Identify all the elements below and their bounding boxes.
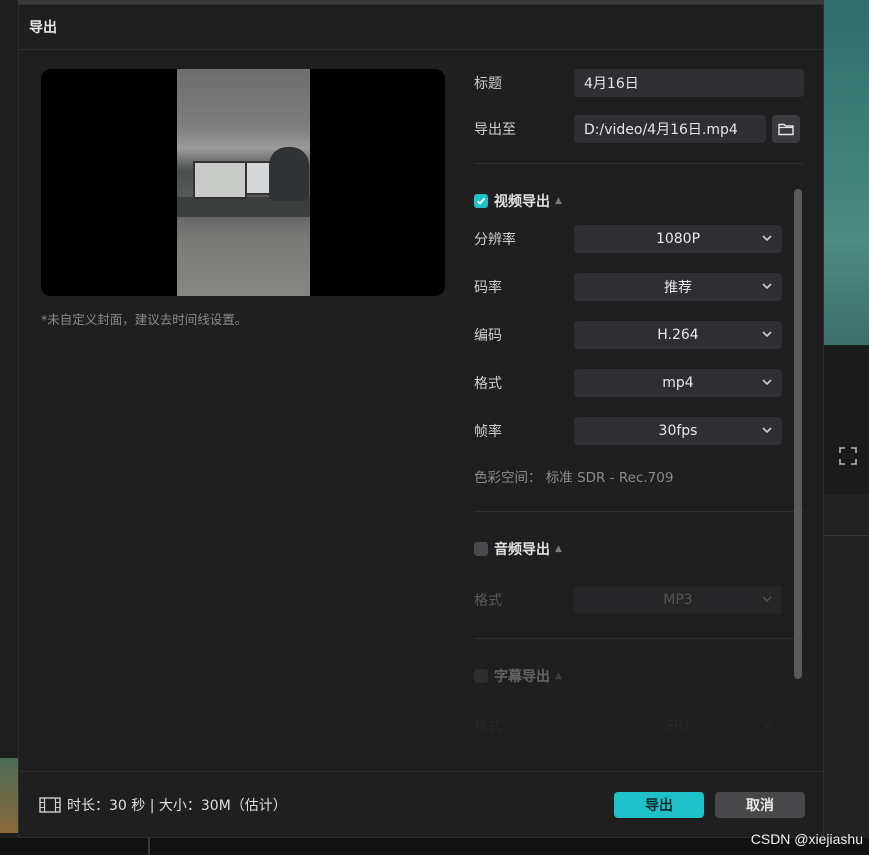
- divider: [474, 511, 804, 512]
- check-icon: [476, 197, 486, 205]
- title-row: 标题 4月16日: [474, 69, 804, 97]
- video-export-checkbox[interactable]: [474, 194, 488, 208]
- background-divider: [824, 535, 869, 536]
- dialog-title: 导出: [19, 5, 823, 50]
- export-dialog: 导出 *未自定义封面，建议去时间线设置。 标题 4月16日 导出至 D:/vid…: [18, 4, 824, 838]
- format-label: 格式: [474, 376, 502, 392]
- audio-export-label: 音频导出: [494, 542, 550, 558]
- export-summary: 时长：30 秒 | 大小：30M（估计）: [39, 795, 287, 815]
- chevron-down-icon: [762, 596, 772, 603]
- fullscreen-icon[interactable]: [838, 446, 858, 466]
- film-icon: [39, 797, 61, 813]
- divider: [474, 638, 804, 639]
- export-path-input[interactable]: D:/video/4月16日.mp4: [574, 115, 766, 143]
- resolution-value: 1080P: [655, 231, 701, 247]
- audio-format-row: 格式 MP3: [474, 586, 782, 614]
- format-row: 格式 mp4: [474, 369, 782, 397]
- codec-row: 编码 H.264: [474, 321, 782, 349]
- framerate-row: 帧率 30fps: [474, 417, 782, 445]
- chevron-down-icon: [762, 427, 772, 434]
- settings-scrollbar[interactable]: [794, 189, 802, 679]
- audio-export-header[interactable]: 音频导出 ▲: [474, 539, 562, 559]
- background-divider: [148, 838, 150, 855]
- subtitle-format-label: 格式: [474, 719, 502, 735]
- monitor: [193, 161, 247, 199]
- export-to-label: 导出至: [474, 122, 516, 138]
- footer-divider: [19, 771, 823, 772]
- resolution-row: 分辨率 1080P: [474, 225, 782, 253]
- audio-format-label: 格式: [474, 593, 502, 609]
- chevron-down-icon: [762, 331, 772, 338]
- subtitle-export-header[interactable]: 字幕导出 ▲: [474, 666, 562, 686]
- cover-note: *未自定义封面，建议去时间线设置。: [41, 312, 248, 327]
- framerate-value: 30fps: [658, 423, 698, 439]
- subtitle-export-label: 字幕导出: [494, 669, 550, 685]
- duration-size-text: 时长：30 秒 | 大小：30M（估计）: [67, 798, 287, 814]
- background-app-left-panel: [0, 0, 18, 855]
- background-bottom-bar: [0, 838, 869, 855]
- video-preview: [41, 69, 445, 296]
- watermark: CSDN @xiejiashu: [750, 831, 863, 847]
- resolution-label: 分辨率: [474, 232, 516, 248]
- audio-export-checkbox[interactable]: [474, 542, 488, 556]
- chevron-down-icon: [762, 722, 772, 729]
- resolution-select[interactable]: 1080P: [574, 225, 782, 253]
- video-export-header[interactable]: 视频导出 ▲: [474, 191, 562, 211]
- bitrate-value: 推荐: [664, 280, 692, 296]
- bitrate-select[interactable]: 推荐: [574, 273, 782, 301]
- chevron-down-icon: [762, 379, 772, 386]
- person: [269, 147, 309, 201]
- codec-label: 编码: [474, 328, 502, 344]
- subtitle-format-value: SRT: [664, 718, 692, 734]
- framerate-select[interactable]: 30fps: [574, 417, 782, 445]
- color-space-text: 色彩空间： 标准 SDR - Rec.709: [474, 470, 674, 486]
- collapse-caret-icon[interactable]: ▲: [555, 196, 562, 206]
- format-value: mp4: [662, 375, 694, 391]
- background-player-preview: [824, 0, 869, 345]
- folder-icon: [778, 123, 794, 136]
- bitrate-row: 码率 推荐: [474, 273, 782, 301]
- background-timeline: [824, 495, 869, 855]
- framerate-label: 帧率: [474, 424, 502, 440]
- audio-format-value: MP3: [663, 592, 693, 608]
- browse-folder-button[interactable]: [772, 115, 800, 143]
- format-select[interactable]: mp4: [574, 369, 782, 397]
- codec-select[interactable]: H.264: [574, 321, 782, 349]
- background-thumbnail: [0, 758, 18, 833]
- subtitle-export-checkbox[interactable]: [474, 669, 488, 683]
- background-player-controls: [824, 345, 869, 495]
- title-input[interactable]: 4月16日: [574, 69, 804, 97]
- video-frame: [177, 69, 310, 296]
- audio-format-select[interactable]: MP3: [574, 586, 782, 614]
- title-label: 标题: [474, 76, 502, 92]
- chevron-down-icon: [762, 235, 772, 242]
- bitrate-label: 码率: [474, 280, 502, 296]
- divider: [474, 163, 804, 164]
- export-button[interactable]: 导出: [614, 792, 704, 818]
- export-path-row: 导出至 D:/video/4月16日.mp4: [474, 115, 800, 143]
- chevron-down-icon: [762, 283, 772, 290]
- collapse-caret-icon[interactable]: ▲: [555, 544, 562, 554]
- video-export-label: 视频导出: [494, 194, 550, 210]
- subtitle-format-select[interactable]: SRT: [574, 712, 782, 740]
- collapse-caret-icon[interactable]: ▲: [555, 671, 562, 681]
- cancel-button[interactable]: 取消: [715, 792, 805, 818]
- codec-value: H.264: [657, 327, 699, 343]
- subtitle-format-row: 格式 SRT: [474, 712, 782, 740]
